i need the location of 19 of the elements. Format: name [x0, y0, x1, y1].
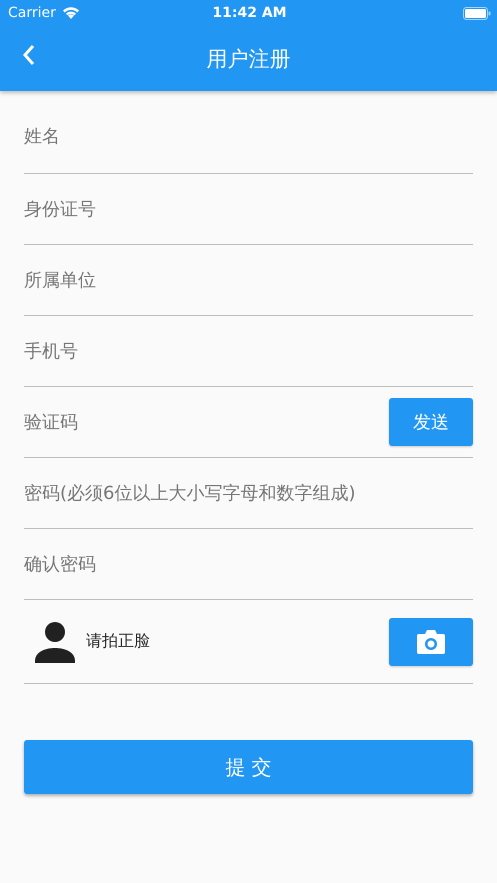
person-icon	[34, 620, 76, 662]
photo-label: 请拍正脸	[86, 631, 151, 652]
page-title: 用户注册	[206, 46, 290, 72]
camera-button[interactable]	[389, 618, 473, 666]
back-icon	[22, 44, 36, 66]
input-field[interactable]: 所属单位	[24, 270, 473, 290]
battery-icon	[463, 6, 491, 20]
input-field[interactable]: 姓名	[24, 126, 473, 146]
input-field[interactable]: 身份证号	[24, 198, 473, 220]
input-field[interactable]: 密码(必须6位以上大小写字母和数字组成)	[24, 482, 473, 504]
send-code-button[interactable]: 发送	[389, 398, 473, 446]
input-field[interactable]: 确认密码	[24, 554, 473, 574]
submit-button[interactable]: 提 交	[24, 740, 473, 794]
input-field[interactable]: 验证码	[24, 412, 389, 432]
wifi-icon	[62, 6, 80, 20]
input-field[interactable]: 手机号	[24, 340, 473, 362]
clock-time: 11:42 AM	[212, 5, 287, 21]
carrier-label: Carrier	[8, 5, 56, 21]
camera-icon	[416, 628, 446, 654]
